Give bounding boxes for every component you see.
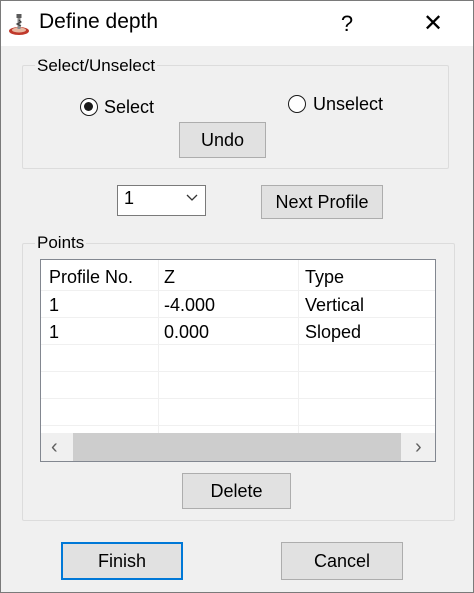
cell-z: -4.000 [164, 295, 216, 315]
points-list[interactable]: Profile No. Z Type 1 -4.000 Vertical 1 0… [40, 259, 436, 462]
window-title: Define depth [39, 10, 159, 33]
cancel-button[interactable]: Cancel [281, 542, 403, 580]
select-radio-label[interactable]: Select [104, 97, 154, 118]
select-radio[interactable] [80, 98, 98, 116]
scrollbar-thumb[interactable] [73, 433, 401, 461]
cell-profile-no: 1 [49, 295, 60, 315]
help-button[interactable]: ? [319, 1, 375, 46]
column-header-type[interactable]: Type [305, 267, 344, 288]
column-header-z[interactable]: Z [164, 267, 175, 288]
cell-profile-no: 1 [49, 322, 60, 342]
scroll-left-button[interactable]: ‹ [51, 436, 58, 459]
delete-button[interactable]: Delete [182, 473, 291, 509]
points-group-label: Points [35, 233, 87, 253]
cell-z: 0.000 [164, 322, 210, 342]
scroll-right-button[interactable]: › [415, 436, 422, 459]
profile-select-value: 1 [124, 188, 135, 208]
profile-select[interactable]: 1 [117, 185, 206, 216]
select-unselect-group-label: Select/Unselect [35, 56, 158, 76]
unselect-radio-label[interactable]: Unselect [313, 94, 383, 115]
column-header-profile-no[interactable]: Profile No. [49, 267, 133, 288]
unselect-radio[interactable] [288, 95, 306, 113]
cell-type: Vertical [305, 295, 365, 315]
close-icon: ✕ [422, 10, 444, 37]
cell-type: Sloped [305, 322, 362, 342]
finish-button[interactable]: Finish [61, 542, 183, 580]
define-depth-dialog: Define depth ? ✕ Select/Unselect Select … [0, 0, 474, 593]
next-profile-button[interactable]: Next Profile [261, 185, 383, 219]
title-bar[interactable]: Define depth ? ✕ [1, 1, 473, 46]
milling-tool-icon [9, 14, 29, 35]
chevron-down-icon [186, 194, 198, 201]
close-button[interactable]: ✕ [405, 1, 461, 46]
horizontal-scrollbar[interactable]: ‹ › [41, 433, 435, 461]
undo-button[interactable]: Undo [179, 122, 266, 158]
